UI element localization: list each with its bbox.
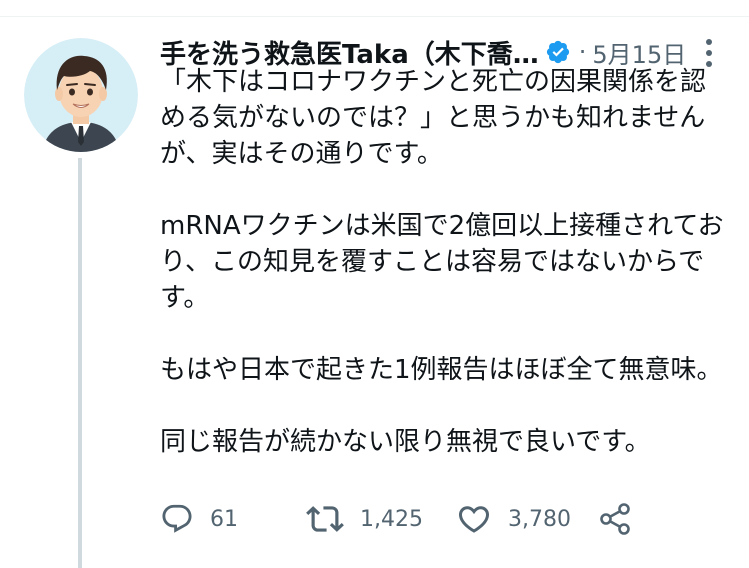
tweet-paragraph: mRNAワクチンは米国で2億回以上接種されており、この知見を覆すことは容易ではな… bbox=[160, 211, 724, 313]
tweet-paragraph: 「木下はコロナワクチンと死亡の因果関係を認める気がないのでは？」と思うかも知れま… bbox=[160, 67, 707, 169]
tweet-paragraph: もはや日本で起きた1例報告はほぼ全て無意味。 bbox=[160, 355, 723, 385]
avatar[interactable] bbox=[24, 38, 138, 152]
reply-count: 61 bbox=[210, 506, 238, 532]
like-button[interactable]: 3,780 bbox=[456, 497, 571, 541]
retweet-button[interactable]: 1,425 bbox=[306, 497, 423, 541]
tweet-actions: 61 1,425 3,780 bbox=[160, 497, 720, 541]
retweet-icon bbox=[306, 500, 344, 538]
thread-line bbox=[78, 158, 82, 568]
share-button[interactable] bbox=[598, 497, 632, 541]
tweet-paragraph: 同じ報告が続かない限り無視で良いです。 bbox=[160, 427, 651, 457]
tweet-text: 「木下はコロナワクチンと死亡の因果関係を認める気がないのでは？」と思うかも知れま… bbox=[160, 64, 730, 496]
reply-button[interactable]: 61 bbox=[160, 497, 238, 541]
verified-badge-icon bbox=[545, 39, 571, 65]
share-icon bbox=[598, 502, 632, 536]
top-divider bbox=[0, 0, 749, 17]
like-count: 3,780 bbox=[508, 506, 571, 532]
heart-icon bbox=[456, 501, 492, 537]
reply-icon bbox=[160, 502, 194, 536]
separator: · bbox=[578, 38, 587, 66]
retweet-count: 1,425 bbox=[360, 506, 423, 532]
